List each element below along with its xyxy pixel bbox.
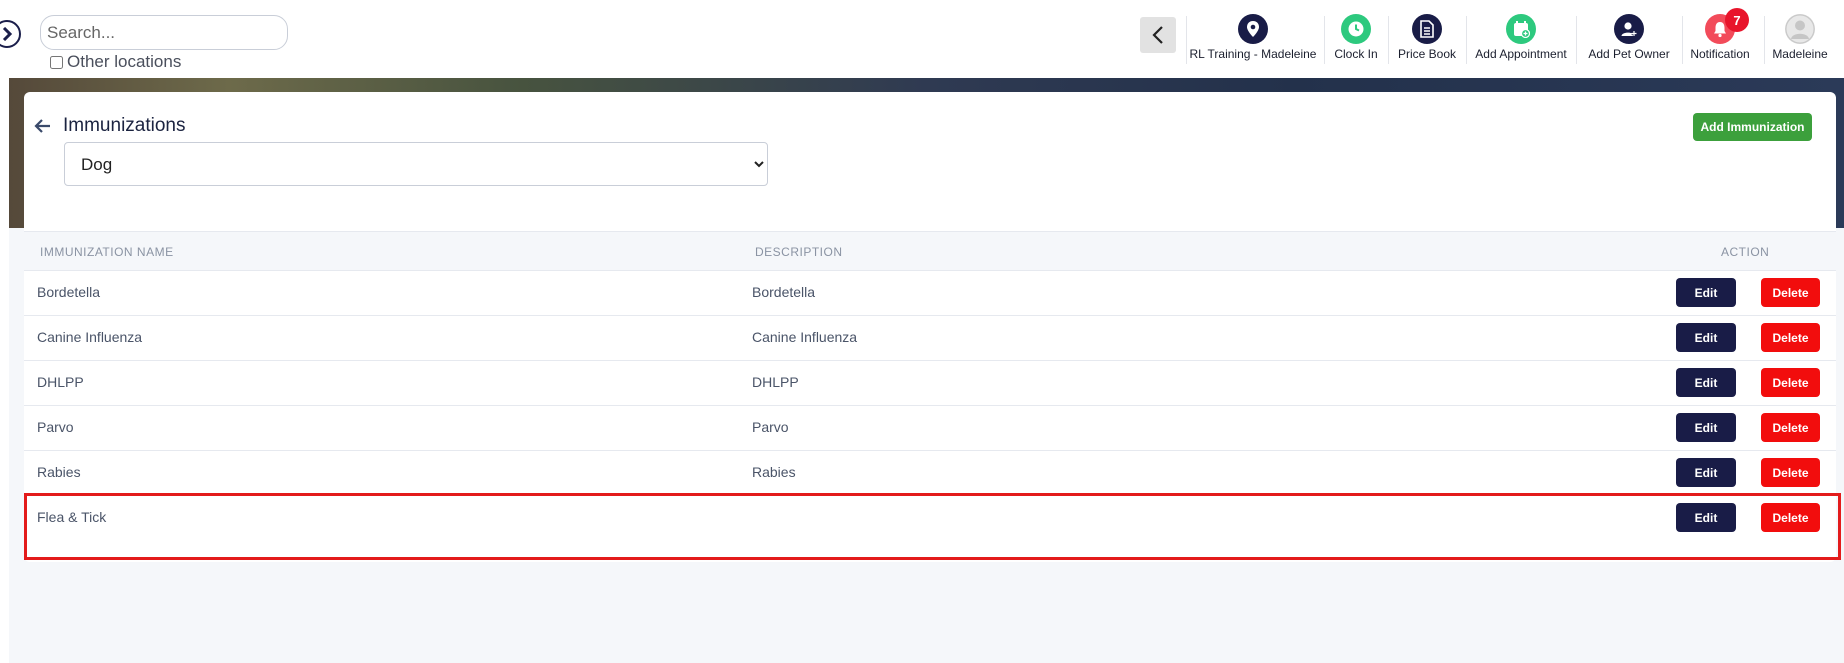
column-header-name: IMMUNIZATION NAME <box>40 245 174 259</box>
immunization-description: Bordetella <box>752 284 816 300</box>
top-bar: Other locations RL Training - Madeleine … <box>0 0 1844 78</box>
nav-notification[interactable]: 7 Notification <box>1689 8 1751 64</box>
location-pin-icon <box>1238 14 1268 44</box>
nav-add-appointment-label: Add Appointment <box>1475 47 1567 61</box>
immunization-name: Bordetella <box>37 284 101 300</box>
notification-count-badge: 7 <box>1725 8 1749 32</box>
immunization-name: Rabies <box>37 464 81 480</box>
edit-button[interactable]: Edit <box>1676 368 1736 397</box>
calendar-add-icon <box>1506 14 1536 44</box>
nav-divider <box>1576 16 1577 64</box>
table-row: DHLPP DHLPP Edit Delete <box>24 361 1836 406</box>
nav-divider <box>1764 16 1765 64</box>
immunization-description: Parvo <box>752 419 789 435</box>
nav-clock-in-label: Clock In <box>1334 47 1378 61</box>
nav-price-book-label: Price Book <box>1397 47 1457 61</box>
table-row: Parvo Parvo Edit Delete <box>24 406 1836 451</box>
bell-icon: 7 <box>1705 8 1749 44</box>
edit-button[interactable]: Edit <box>1676 413 1736 442</box>
nav-add-appointment[interactable]: Add Appointment <box>1473 14 1569 64</box>
document-icon <box>1412 14 1442 44</box>
nav-notification-label: Notification <box>1690 47 1750 61</box>
table-row: Bordetella Bordetella Edit Delete <box>24 271 1836 316</box>
immunization-name: DHLPP <box>37 374 84 390</box>
clock-icon <box>1341 14 1371 44</box>
immunization-name: Parvo <box>37 419 74 435</box>
nav-user-label: Madeleine <box>1772 47 1828 61</box>
nav-clock-in[interactable]: Clock In <box>1331 14 1381 64</box>
immunization-description: Canine Influenza <box>752 329 858 345</box>
back-button[interactable] <box>34 118 52 139</box>
add-immunization-button[interactable]: Add Immunization <box>1693 113 1812 141</box>
edit-button[interactable]: Edit <box>1676 323 1736 352</box>
nav-location-label: RL Training - Madeleine <box>1189 47 1317 61</box>
nav-user-profile[interactable]: Madeleine <box>1772 14 1828 64</box>
immunization-description: Rabies <box>752 464 796 480</box>
other-locations-label: Other locations <box>67 52 182 71</box>
nav-add-pet-owner[interactable]: Add Pet Owner <box>1583 14 1675 64</box>
nav-divider <box>1324 16 1325 64</box>
nav-add-pet-owner-label: Add Pet Owner <box>1588 47 1670 61</box>
chevron-left-icon <box>1152 26 1163 44</box>
other-locations-option[interactable]: Other locations <box>50 52 181 72</box>
table-header: IMMUNIZATION NAME DESCRIPTION ACTION <box>24 231 1836 271</box>
delete-button[interactable]: Delete <box>1761 413 1820 442</box>
table-row: Rabies Rabies Edit Delete <box>24 451 1836 496</box>
sidebar-toggle-button[interactable] <box>0 20 21 48</box>
delete-button[interactable]: Delete <box>1761 368 1820 397</box>
collapse-nav-button[interactable] <box>1140 17 1176 53</box>
nav-divider <box>1186 16 1187 64</box>
column-header-action: ACTION <box>1721 245 1770 259</box>
delete-button[interactable]: Delete <box>1761 458 1820 487</box>
delete-button[interactable]: Delete <box>1761 323 1820 352</box>
page-title: Immunizations <box>63 115 186 136</box>
delete-button[interactable]: Delete <box>1761 278 1820 307</box>
arrow-left-icon <box>34 119 50 133</box>
table-row: Canine Influenza Canine Influenza Edit D… <box>24 316 1836 361</box>
avatar-icon <box>1785 14 1815 44</box>
immunization-name: Canine Influenza <box>37 329 143 345</box>
search-input[interactable] <box>40 15 288 50</box>
nav-divider <box>1466 16 1467 64</box>
nav-divider <box>1682 16 1683 64</box>
highlight-box <box>24 493 1841 560</box>
edit-button[interactable]: Edit <box>1676 458 1736 487</box>
nav-location[interactable]: RL Training - Madeleine <box>1190 14 1316 64</box>
edit-button[interactable]: Edit <box>1676 278 1736 307</box>
user-add-icon <box>1614 14 1644 44</box>
column-header-description: DESCRIPTION <box>755 245 843 259</box>
species-select[interactable]: Dog <box>64 142 768 186</box>
other-locations-checkbox[interactable] <box>50 55 63 69</box>
chevron-right-icon <box>2 27 13 41</box>
immunization-description: DHLPP <box>752 374 799 390</box>
nav-price-book[interactable]: Price Book <box>1395 14 1459 64</box>
nav-divider <box>1388 16 1389 64</box>
